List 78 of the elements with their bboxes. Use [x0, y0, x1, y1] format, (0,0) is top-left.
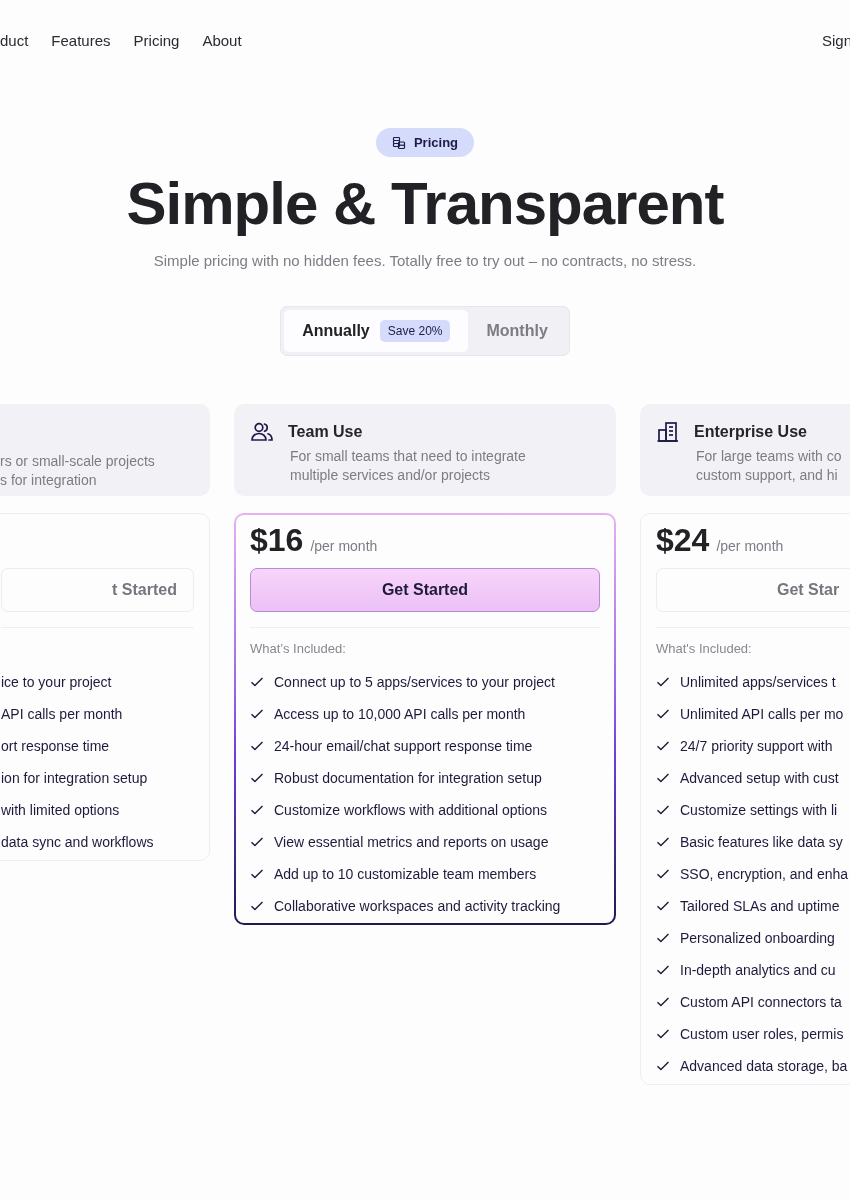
- feature-text: Access up to 10,000 API calls per month: [274, 706, 526, 722]
- coins-icon: [391, 135, 406, 150]
- price-period: /per month: [716, 538, 784, 554]
- feature-text: Customize settings with li: [680, 802, 838, 818]
- price: $16: [250, 522, 304, 559]
- feature-text: API calls per month: [1, 706, 123, 722]
- feature-text: Personalized onboarding: [680, 930, 835, 946]
- feature-text: View essential metrics and reports on usage: [274, 834, 549, 850]
- check-icon: [656, 931, 670, 945]
- check-icon: [250, 675, 264, 689]
- check-icon: [656, 739, 670, 753]
- feature-text: Custom user roles, permis: [680, 1026, 844, 1042]
- plan-name: Team Use: [288, 423, 363, 441]
- check-icon: [656, 867, 670, 881]
- billing-option[interactable]: Annually Save 20%: [284, 310, 469, 352]
- feature-text: Custom API connectors ta: [680, 994, 842, 1010]
- check-icon: [656, 803, 670, 817]
- check-icon: [250, 867, 264, 881]
- feature-text: ion for integration setup: [1, 770, 148, 786]
- feature-text: 24/7 priority support with: [680, 738, 833, 754]
- feature-text: SSO, encryption, and enha: [680, 866, 849, 882]
- feature-text: Connect up to 5 apps/services to your project: [274, 674, 555, 690]
- feature-text: Add up to 10 customizable team members: [274, 866, 537, 882]
- feature-text: Tailored SLAs and uptime: [680, 898, 840, 914]
- plan-name: Enterprise Use: [694, 423, 807, 441]
- plan-description: custom support, and hi: [696, 466, 839, 485]
- check-icon: [656, 1059, 670, 1073]
- get-started-button[interactable]: t Started: [1, 568, 194, 612]
- feature-text: Basic features like data sy: [680, 834, 843, 850]
- feature-text: Advanced setup with cust: [680, 770, 839, 786]
- nav-link[interactable]: Features: [51, 31, 111, 49]
- check-icon: [656, 707, 670, 721]
- feature-text: Advanced data storage, ba: [680, 1058, 848, 1074]
- feature-text: ice to your project: [1, 674, 112, 690]
- check-icon: [656, 1027, 670, 1041]
- check-icon: [656, 963, 670, 977]
- check-icon: [250, 803, 264, 817]
- feature-text: Unlimited apps/services t: [680, 674, 836, 690]
- included-heading: What's Included:: [656, 641, 753, 658]
- check-icon: [250, 835, 264, 849]
- feature-text: Unlimited API calls per mo: [680, 706, 844, 722]
- building-icon: [656, 420, 680, 444]
- check-icon: [656, 995, 670, 1009]
- price-period: /per month: [310, 538, 378, 554]
- check-icon: [250, 771, 264, 785]
- feature-text: Collaborative workspaces and activity tracking: [274, 898, 561, 914]
- check-icon: [656, 675, 670, 689]
- feature-text: with limited options: [1, 802, 120, 818]
- feature-text: data sync and workflows: [1, 834, 154, 850]
- check-icon: [250, 707, 264, 721]
- price: $24: [656, 522, 710, 559]
- feature-text: In-depth analytics and cu: [680, 962, 836, 978]
- feature-text: Customize workflows with additional options: [274, 802, 548, 818]
- plan-description: For large teams with co: [696, 447, 843, 466]
- check-icon: [250, 899, 264, 913]
- pricing-badge: Pricing: [375, 128, 475, 157]
- nav-link[interactable]: duct: [0, 31, 29, 49]
- nav-link[interactable]: Pricing: [133, 31, 180, 49]
- plan-description: rs or small-scale projects: [0, 452, 156, 471]
- plan-description: s for integration: [0, 471, 98, 490]
- discount-badge: Save 20%: [379, 320, 451, 342]
- check-icon: [656, 771, 670, 785]
- feature-text: 24-hour email/chat support response time: [274, 738, 533, 754]
- get-started-button[interactable]: Get Star: [656, 568, 850, 612]
- billing-option[interactable]: Monthly: [468, 310, 566, 352]
- check-icon: [656, 835, 670, 849]
- check-icon: [656, 899, 670, 913]
- get-started-button[interactable]: Get Started: [250, 568, 600, 612]
- nav-link[interactable]: About: [202, 31, 242, 49]
- page-title: Simple & Transparent: [126, 169, 724, 238]
- feature-text: ort response time: [1, 738, 110, 754]
- included-heading: What’s Included:: [250, 641, 347, 658]
- page-subtitle: Simple pricing with no hidden fees. Totally free to try out – no contracts, no stress.: [153, 252, 697, 269]
- feature-text: Robust documentation for integration setup: [274, 770, 542, 786]
- plan-description: For small teams that need to integrate: [290, 447, 527, 466]
- users-icon: [250, 420, 274, 444]
- check-icon: [250, 739, 264, 753]
- plan-description: multiple services and/or projects: [290, 466, 491, 485]
